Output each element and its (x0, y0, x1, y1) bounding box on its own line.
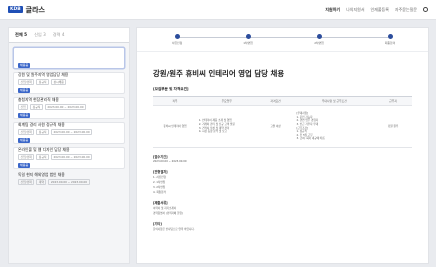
job-chip: 정규직 (30, 104, 43, 110)
top-bar: KDB 글라스 지원하기 나의지원서 인재풀등록 자주묻는질문 (0, 0, 436, 20)
tab-new[interactable]: 신입 3 (34, 32, 46, 38)
job-chip: 신입/경력 (18, 179, 35, 185)
info-block: [접수기간] 2023.00.00 ~ 2023.00.00 (153, 154, 428, 163)
job-list: 채용중 강원 및 원주지역 영업담당 채용 신입/경력 정규직 상시채용 채용중… (9, 43, 129, 185)
job-list-panel: 전체 5 신입 3 경력 4 채용중 강원 및 원주지역 영업담당 채용 신입/… (8, 27, 130, 264)
column-header: 근무지 (389, 99, 397, 103)
job-chip: 정규직 (36, 154, 49, 160)
job-filter-tabs: 전체 5 신입 3 경력 4 (9, 28, 129, 43)
step-label: 2차면접 (314, 41, 324, 45)
job-chip: 상시채용 (50, 79, 67, 85)
info-block: [제출서류] 이력서 및 자기소개서 경력증명서 (경력자에 한함) (153, 200, 428, 215)
column-header: 직무 (172, 99, 178, 103)
nav-faq[interactable]: 자주묻는질문 (395, 7, 417, 13)
table-cell: 1. 인테리어 제품 소개 및 영업 2. 거래처 관리 및 신규 고객 발굴 … (198, 119, 235, 134)
info-block: [전형절차] 1. 서류전형 2. 1차면접 3. 2차면접 4. 최종합격 (153, 169, 428, 194)
step-label: 서류전형 (171, 41, 183, 45)
logo-mark: KDB (8, 6, 23, 13)
block-heading: [기타] (153, 222, 162, 226)
table-cell: 휴비씨 인테리어 영업 (163, 124, 187, 128)
logo[interactable]: KDB 글라스 (8, 5, 45, 15)
block-line: 문의사항은 인사팀으로 연락 바랍니다. (153, 228, 195, 231)
block-heading: [제출서류] (153, 201, 168, 205)
status-badge: 채용중 (18, 62, 31, 68)
status-badge: 채용중 (18, 137, 31, 143)
block-line: 이력서 및 자기소개서 (153, 207, 177, 210)
user-icon[interactable] (423, 7, 428, 12)
job-title: 독일 현지 해외영업 법인 채용 (18, 171, 65, 177)
job-chip: 정규직 (36, 129, 49, 135)
section-title: [모집부문 및 자격요건] (153, 87, 189, 91)
table-cell: [우대사항] 1. 운전 가능자 2. 관련 업무 경험자 3. 인근 거주자 … (296, 112, 325, 141)
table-cell: 고졸 이상 (270, 124, 281, 128)
top-nav: 지원하기 나의지원서 인재풀등록 자주묻는질문 (325, 7, 428, 13)
status-badge: 채용중 (18, 112, 31, 118)
job-chip: 2023.00.00 ~ 2023.00.00 (50, 129, 93, 135)
step: 서류전형 (157, 34, 197, 45)
block-heading: [전형절차] (153, 170, 168, 174)
block-line: 경력증명서 (경력자에 한함) (153, 212, 183, 215)
column-header: 주요업무 (221, 99, 232, 103)
page-title: 강원/원주 휴비씨 인테리어 영업 담당 채용 (153, 69, 285, 78)
table-row: 휴비씨 인테리어 영업 1. 인테리어 제품 소개 및 영업 2. 거래처 관리… (153, 106, 412, 148)
block-line: 4. 최종합격 (153, 191, 166, 194)
requirements-table: 직무 주요업무 자격요건 우대사항 및 근무조건 근무지 휴비씨 인테리어 영업… (153, 96, 412, 148)
column-header: 자격요건 (270, 99, 281, 103)
job-chip: 2023.00.00 ~ 2023.00.00 (50, 154, 93, 160)
tab-all[interactable]: 전체 5 (15, 32, 27, 38)
job-card[interactable]: 채용중 강원 및 원주지역 영업담당 채용 신입/경력 정규직 상시채용 (13, 47, 125, 85)
job-chip: 정규직 (36, 79, 49, 85)
step-dot (387, 34, 393, 39)
app-name: 글라스 (25, 5, 45, 14)
step-dot (245, 34, 251, 39)
block-line: 2. 1차면접 (153, 181, 166, 184)
nav-talent-pool[interactable]: 인재풀등록 (371, 7, 389, 13)
step-dot (174, 34, 180, 39)
stepper-line (177, 37, 388, 38)
process-stepper: 서류전형 1차면접 2차면접 최종합격 (137, 28, 428, 52)
block-line: 1. 서류전형 (153, 176, 166, 179)
job-chip: 계약 (36, 179, 47, 185)
job-chip: 2023.00.00 ~ 2023.00.00 (48, 179, 90, 185)
nav-apply[interactable]: 지원하기 (325, 7, 340, 13)
job-detail-panel: 서류전형 1차면접 2차면접 최종합격 강원/원주 휴비씨 인테리어 영업 담당… (136, 27, 429, 264)
status-badge: 채용중 (18, 87, 31, 93)
step: 1차면접 (228, 34, 268, 45)
job-info-blocks: [접수기간] 2023.00.00 ~ 2023.00.00 [전형절차] 1.… (153, 154, 428, 231)
nav-my-applications[interactable]: 나의지원서 (346, 7, 364, 13)
column-header: 우대사항 및 근무조건 (321, 99, 347, 103)
info-block: [기타] 문의사항은 인사팀으로 연락 바랍니다. (153, 221, 428, 231)
status-badge: 채용중 (18, 162, 31, 168)
block-line: 3. 2차면접 (153, 186, 166, 189)
step-dot (316, 34, 322, 39)
block-line: 2023.00.00 ~ 2023.00.00 (153, 160, 187, 163)
step-label: 최종합격 (384, 41, 396, 45)
table-cell: 강원 원주 (387, 124, 399, 128)
block-heading: [접수기간] (153, 155, 168, 159)
step-label: 1차면접 (243, 41, 253, 45)
job-chip: 2023.00.00 ~ 2023.00.00 (44, 104, 87, 110)
step: 최종합격 (370, 34, 410, 45)
step: 2차면접 (299, 34, 339, 45)
tab-experienced[interactable]: 경력 4 (53, 32, 65, 38)
job-card[interactable]: 채용중 충청지역 현장관리직 채용 신입 정규직 2023.00.00 ~ 20… (13, 72, 125, 110)
table-header: 직무 주요업무 자격요건 우대사항 및 근무조건 근무지 (153, 97, 412, 106)
